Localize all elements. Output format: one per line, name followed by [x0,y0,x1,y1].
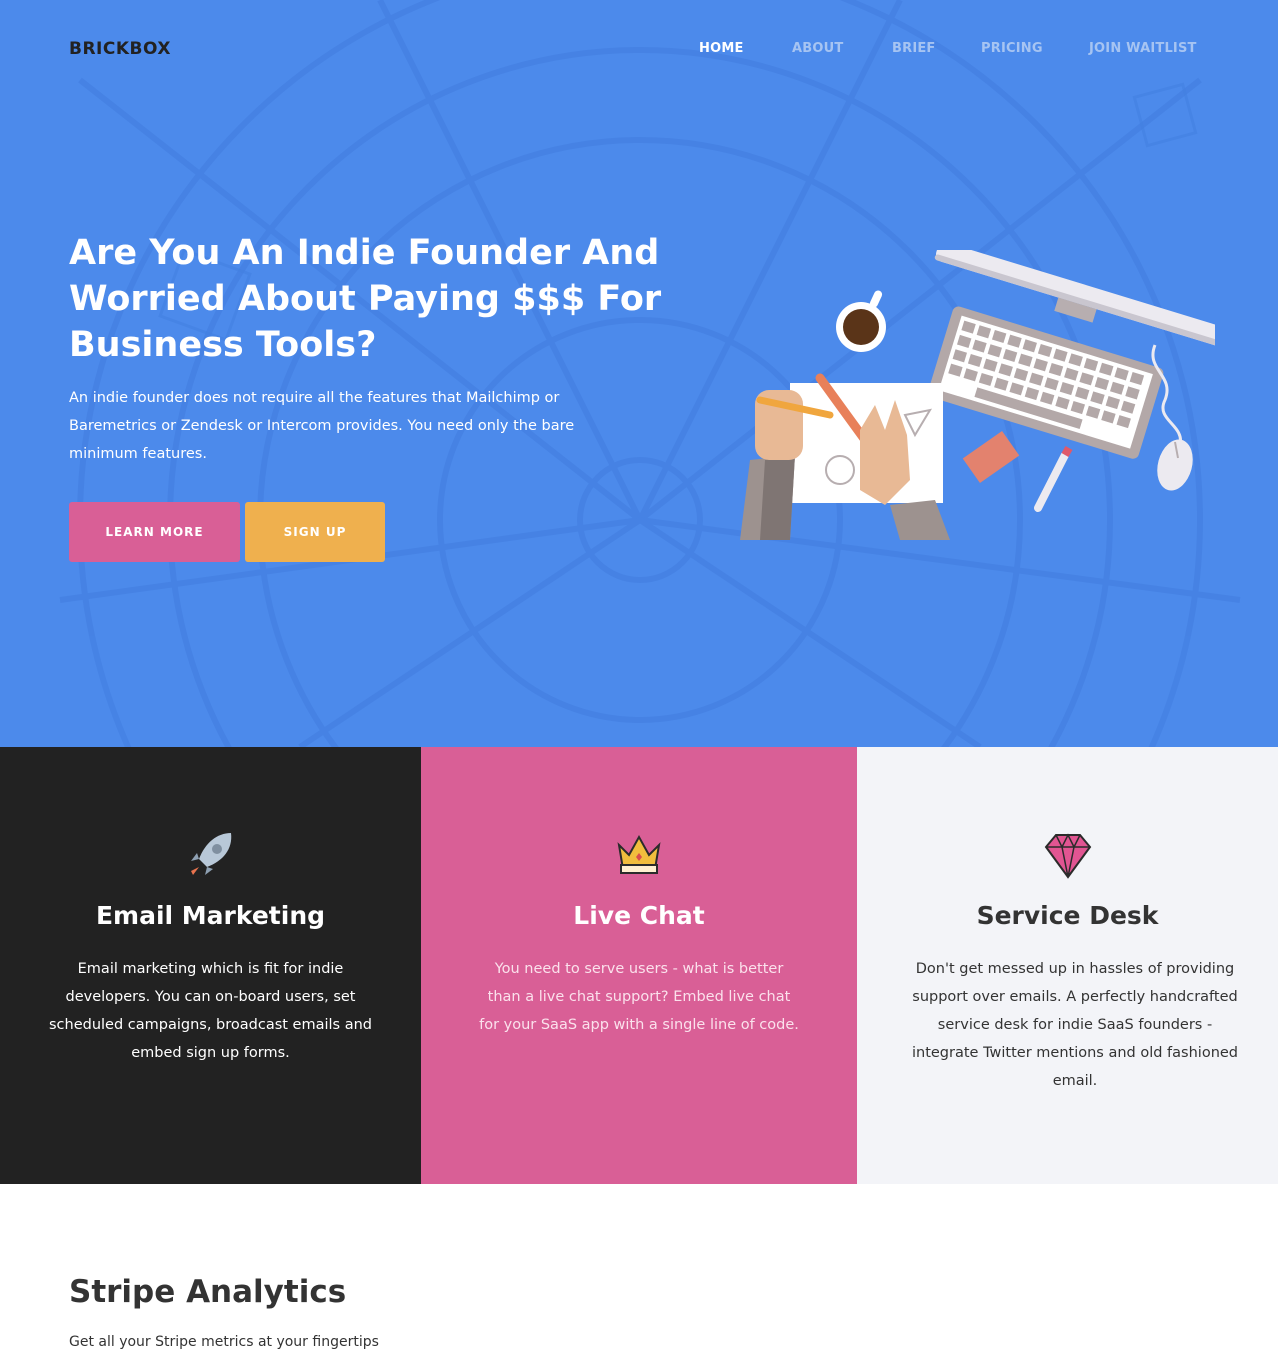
feature-title: Service Desk [976,901,1159,930]
feature-description: You need to serve users - what is better… [479,961,799,1033]
top-navigation: BRICKBOX HOME ABOUT BRIEF PRICING JOIN W… [0,0,1278,100]
stripe-analytics-section: Stripe Analytics Get all your Stripe met… [0,1184,1278,1350]
feature-live-chat: Live Chat You need to serve users - what… [421,747,857,1184]
feature-service-desk: Service Desk Don't get messed up in hass… [857,747,1278,1184]
rocket-icon [190,833,231,875]
crown-icon [617,834,661,874]
nav-item-pricing[interactable]: PRICING [981,41,1043,56]
hero-section: BRICKBOX HOME ABOUT BRIEF PRICING JOIN W… [0,0,1278,747]
features-section: Email Marketing Email marketing which is… [0,747,1278,1184]
diamond-icon [1044,833,1091,879]
hero-title: Are You An Indie Founder And Worried Abo… [69,233,662,365]
learn-more-button[interactable]: LEARN MORE [69,502,240,562]
feature-email-marketing: Email Marketing Email marketing which is… [0,747,421,1184]
section-subtitle: Get all your Stripe metrics at your fing… [69,1334,379,1350]
hero-subtitle: An indie founder does not require all th… [69,390,575,462]
nav-item-home[interactable]: HOME [699,41,744,56]
nav-item-about[interactable]: ABOUT [792,41,843,56]
section-title: Stripe Analytics [69,1274,347,1310]
feature-title: Email Marketing [95,901,326,930]
feature-description: Don't get messed up in hassles of provid… [911,961,1239,1089]
brand-logo[interactable]: BRICKBOX [69,39,171,59]
nav-item-brief[interactable]: BRIEF [892,41,936,56]
feature-title: Live Chat [573,901,705,930]
desk-workspace-illustration [740,250,1215,540]
feature-description: Email marketing which is fit for indie d… [48,961,372,1061]
sign-up-button[interactable]: SIGN UP [245,502,385,562]
nav-item-join-waitlist[interactable]: JOIN WAITLIST [1089,41,1197,56]
